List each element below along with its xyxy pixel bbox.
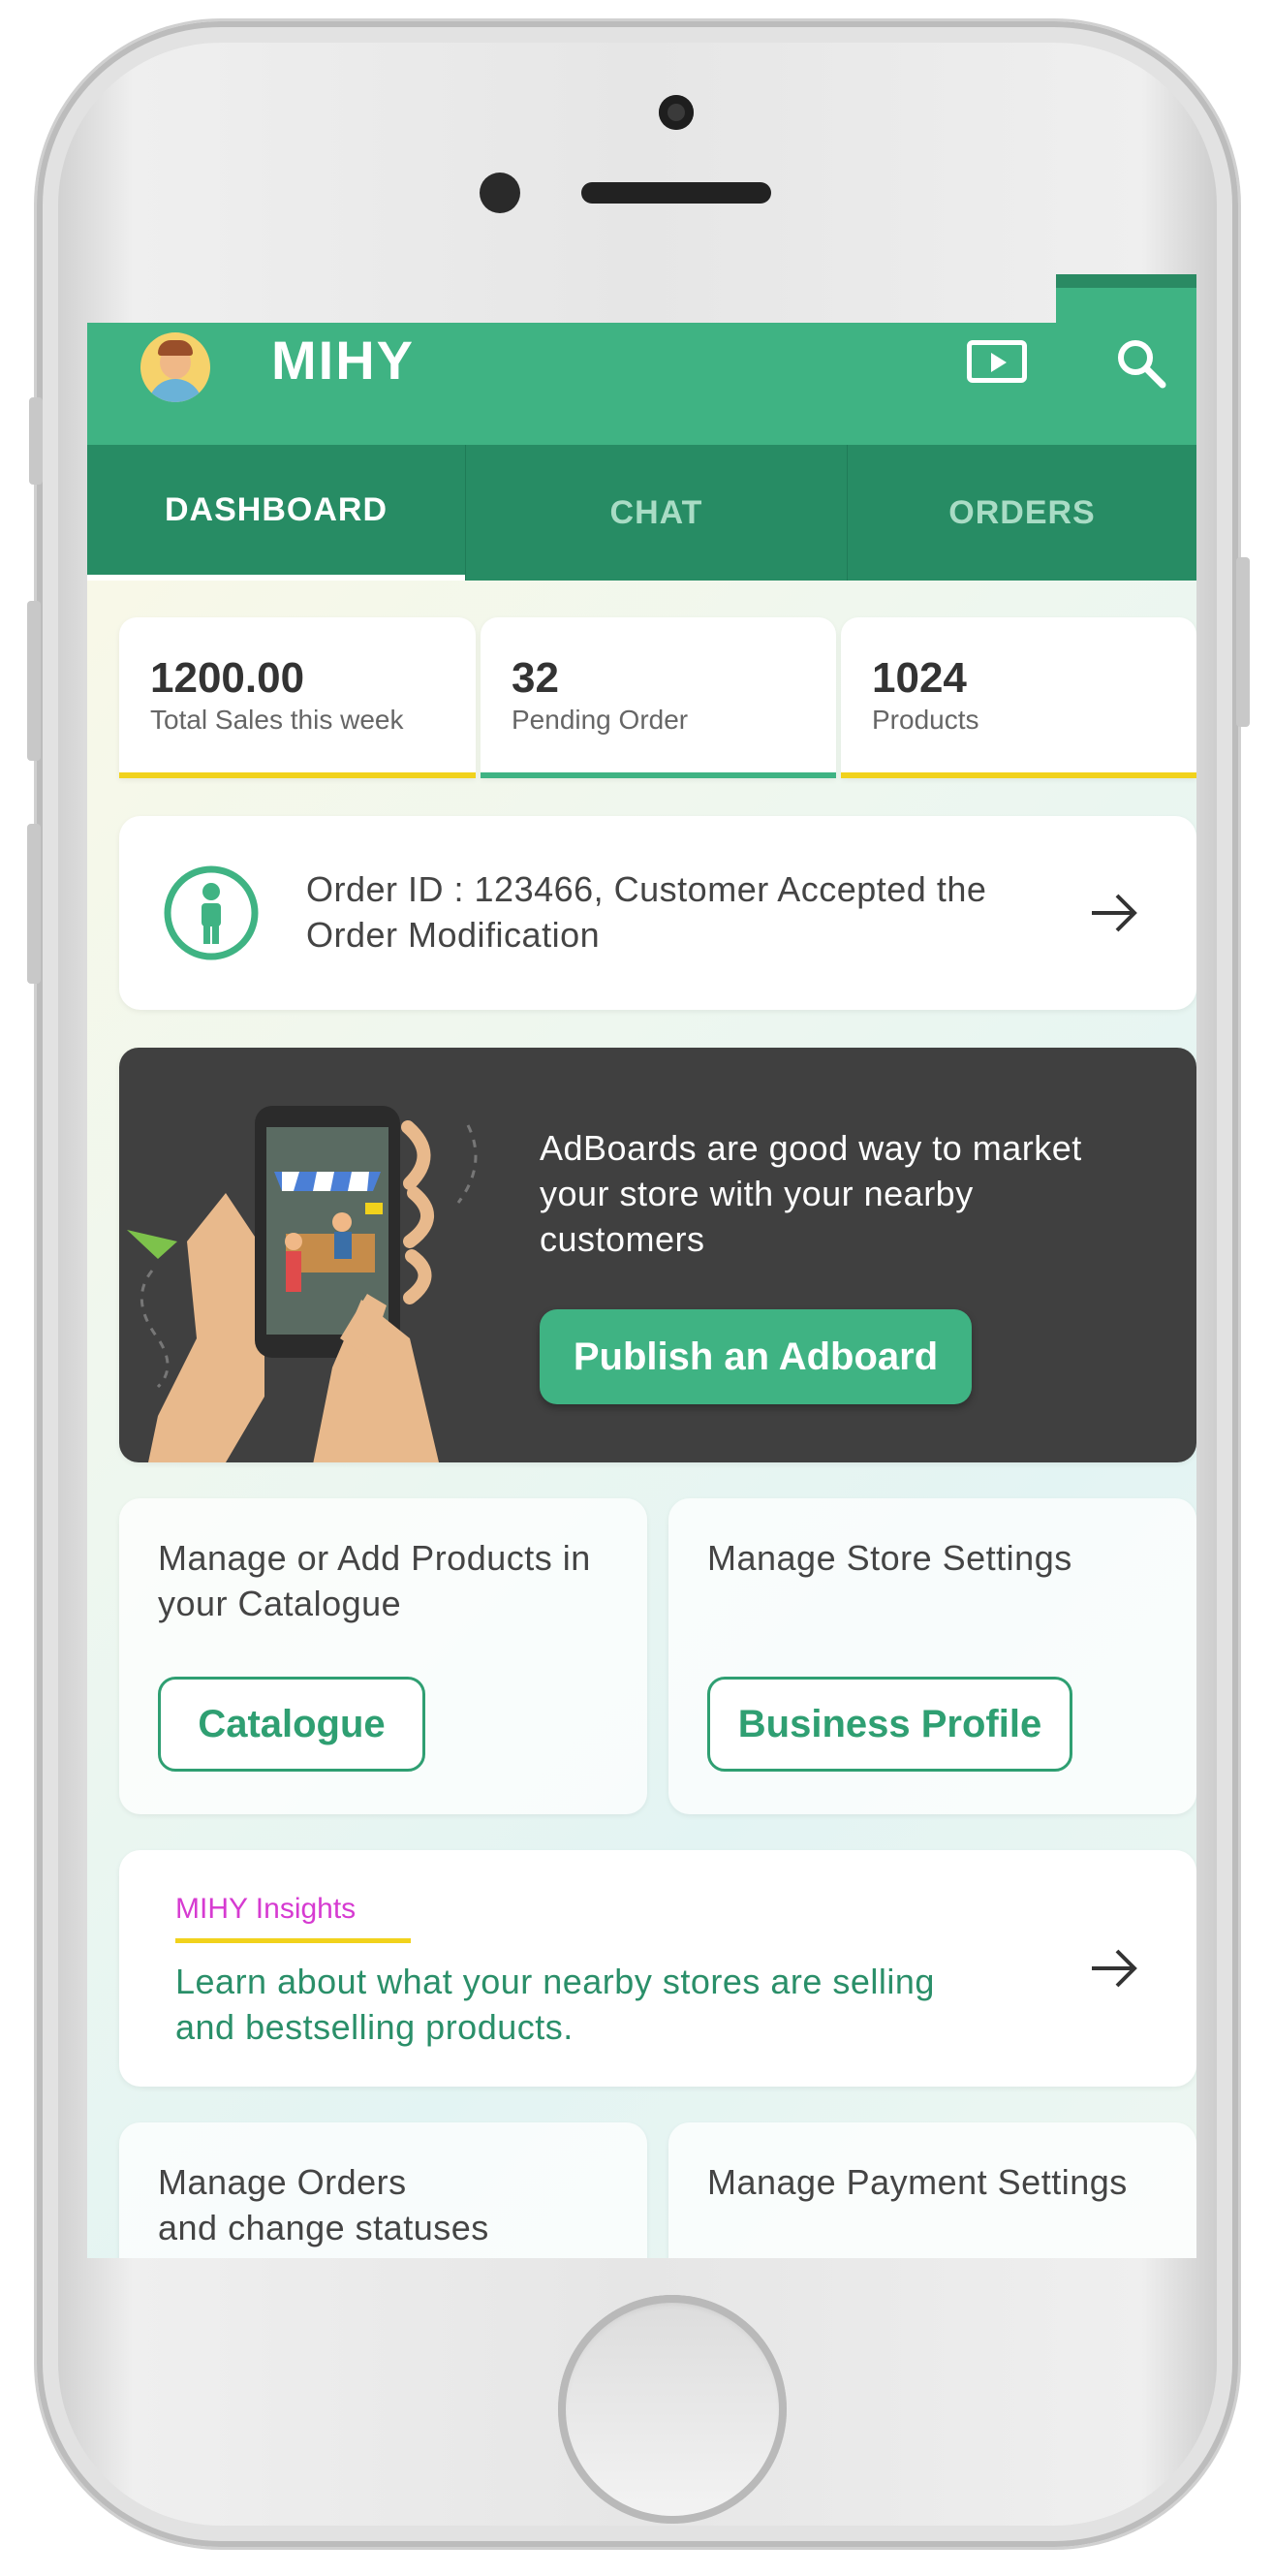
tab-dashboard[interactable]: DASHBOARD (87, 445, 465, 581)
power-button (1236, 557, 1250, 727)
stat-value: 1024 (872, 654, 967, 702)
store-settings-text: Manage Store Settings (707, 1538, 1072, 1578)
tab-chat[interactable]: CHAT (465, 445, 847, 581)
publish-adboard-button[interactable]: Publish an Adboard (540, 1309, 972, 1404)
insights-text: Learn about what your nearby stores are … (175, 1962, 935, 2047)
status-strip (1056, 274, 1196, 325)
volume-down-button (27, 824, 41, 984)
store-settings-card: Manage Store Settings Business Profile (668, 1498, 1196, 1814)
camera-lens (659, 95, 694, 130)
volume-up-button (27, 601, 41, 761)
stat-value: 1200.00 (150, 654, 305, 702)
tab-bar: DASHBOARD CHAT ORDERS (87, 445, 1196, 581)
avatar[interactable] (140, 332, 210, 402)
stat-underline (481, 772, 836, 778)
arrow-right-icon[interactable] (1088, 1941, 1142, 1995)
mute-switch (29, 397, 43, 485)
tab-orders[interactable]: ORDERS (847, 445, 1196, 581)
adboard-banner: AdBoards are good way to market your sto… (119, 1048, 1196, 1462)
stat-value: 32 (512, 654, 559, 702)
app-title: MIHY (271, 330, 415, 391)
catalogue-card: Manage or Add Products in your Catalogue… (119, 1498, 647, 1814)
payment-settings-card[interactable]: Manage Payment Settings (668, 2122, 1196, 2258)
search-icon[interactable] (1114, 336, 1168, 391)
stat-underline (119, 772, 476, 778)
stat-label: Total Sales this week (150, 705, 404, 735)
stat-underline (841, 772, 1196, 778)
orders-card[interactable]: Manage Orders and change statuses (119, 2122, 647, 2258)
payment-settings-text: Manage Payment Settings (707, 2162, 1128, 2202)
stat-label: Products (872, 705, 979, 735)
app-screen: MIHY DASHBOARD CHAT ORDERS 1200.00 Total… (87, 323, 1196, 2258)
stat-total-sales[interactable]: 1200.00 Total Sales this week (119, 617, 476, 778)
arrow-right-icon[interactable] (1088, 886, 1142, 940)
cast-icon[interactable] (967, 340, 1027, 383)
insights-tag: MIHY Insights (175, 1893, 357, 1925)
orders-card-text: Manage Orders and change statuses (158, 2162, 489, 2247)
earpiece-speaker (581, 182, 771, 204)
business-profile-button[interactable]: Business Profile (707, 1677, 1072, 1772)
front-camera (480, 173, 520, 213)
stat-pending-order[interactable]: 32 Pending Order (481, 617, 836, 778)
home-button[interactable] (558, 2295, 787, 2524)
catalogue-card-text: Manage or Add Products in your Catalogue (158, 1538, 591, 1623)
order-notification-card[interactable]: Order ID : 123466, Customer Accepted the… (119, 816, 1196, 1010)
app-bar: MIHY (87, 323, 1196, 445)
stat-products[interactable]: 1024 Products (841, 617, 1196, 778)
order-notification-text: Order ID : 123466, Customer Accepted the… (306, 869, 987, 955)
insights-underline (175, 1938, 411, 1943)
phone-shop-illustration (127, 1106, 478, 1462)
catalogue-button[interactable]: Catalogue (158, 1677, 425, 1772)
stat-label: Pending Order (512, 705, 689, 735)
person-icon (164, 865, 259, 960)
adboard-text: AdBoards are good way to market your sto… (540, 1128, 1082, 1259)
insights-card[interactable]: MIHY Insights Learn about what your near… (119, 1850, 1196, 2087)
